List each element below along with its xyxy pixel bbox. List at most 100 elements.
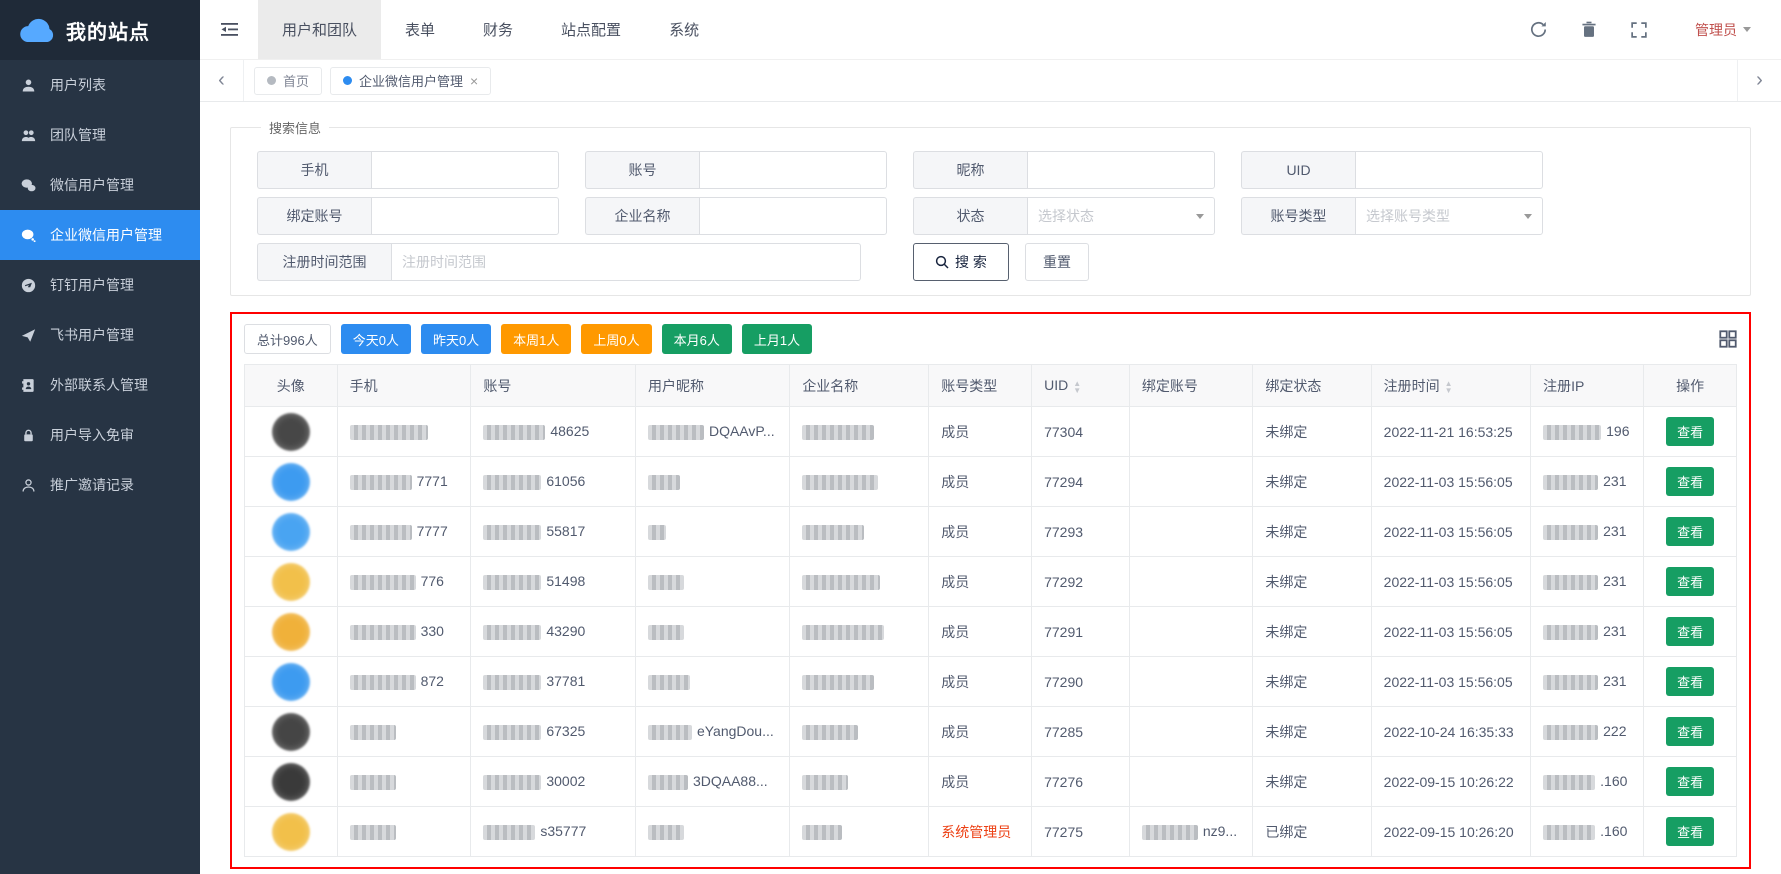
sidebar-item-6[interactable]: 外部联系人管理: [0, 360, 200, 410]
cell-uid: 77293: [1032, 507, 1130, 557]
chevron-down-icon: [1524, 214, 1532, 219]
avatar: [272, 613, 310, 651]
topnav-item-0[interactable]: 用户和团队: [258, 0, 381, 59]
view-button[interactable]: 查看: [1666, 617, 1714, 646]
topnav-item-4[interactable]: 系统: [645, 0, 723, 59]
view-button[interactable]: 查看: [1666, 467, 1714, 496]
view-button[interactable]: 查看: [1666, 567, 1714, 596]
sidebar-item-4[interactable]: 钉钉用户管理: [0, 260, 200, 310]
cell-bind-account: [1129, 457, 1252, 507]
tab-bar: ‹ 首页企业微信用户管理× ›: [200, 60, 1781, 102]
topnav-item-2[interactable]: 财务: [459, 0, 537, 59]
redacted-blur: [350, 725, 396, 740]
sidebar-item-8[interactable]: 推广邀请记录: [0, 460, 200, 510]
sidebar-item-label: 用户列表: [50, 75, 106, 95]
stat-badge-6[interactable]: 上月1人: [742, 324, 812, 354]
reset-button[interactable]: 重置: [1025, 243, 1089, 281]
cell-reg-time: 2022-11-03 15:56:05: [1371, 607, 1530, 657]
cell-phone: [337, 407, 471, 457]
cell-action: 查看: [1644, 807, 1737, 857]
redacted-blur: [648, 525, 666, 540]
cell-action: 查看: [1644, 707, 1737, 757]
cell-account: 55817: [471, 507, 636, 557]
close-icon[interactable]: ×: [470, 74, 478, 88]
cell-action: 查看: [1644, 407, 1737, 457]
column-settings-icon[interactable]: [1719, 330, 1737, 348]
user-menu[interactable]: 管理员: [1695, 20, 1751, 40]
trash-icon[interactable]: [1581, 21, 1597, 38]
page-tab-1[interactable]: 企业微信用户管理×: [330, 67, 491, 95]
stat-badge-4[interactable]: 上周0人: [581, 324, 651, 354]
redacted-blur: [350, 775, 396, 790]
redacted-blur: [350, 425, 428, 440]
cell-bind-status: 未绑定: [1253, 507, 1371, 557]
stat-badge-2[interactable]: 昨天0人: [421, 324, 491, 354]
view-button[interactable]: 查看: [1666, 417, 1714, 446]
stat-badge-5[interactable]: 本月6人: [662, 324, 732, 354]
topnav-item-3[interactable]: 站点配置: [537, 0, 645, 59]
sort-icon[interactable]: ▲▼: [1073, 380, 1081, 394]
collapse-menu-icon[interactable]: [200, 0, 258, 59]
redacted-blur: [1543, 675, 1598, 690]
cell-uid: 77294: [1032, 457, 1130, 507]
brand[interactable]: 我的站点: [0, 0, 200, 60]
page-tab-0[interactable]: 首页: [254, 67, 322, 95]
column-header-9[interactable]: 注册时间▲▼: [1371, 365, 1530, 407]
team-icon: [20, 127, 36, 143]
reg-time-field-group: 注册时间范围: [257, 243, 861, 281]
view-button[interactable]: 查看: [1666, 717, 1714, 746]
topbar: 用户和团队表单财务站点配置系统 管理员: [200, 0, 1781, 60]
stat-badge-3[interactable]: 本周1人: [501, 324, 571, 354]
sort-icon[interactable]: ▲▼: [1445, 380, 1453, 394]
column-header-3: 用户昵称: [635, 365, 789, 407]
view-button[interactable]: 查看: [1666, 767, 1714, 796]
sidebar-item-2[interactable]: 微信用户管理: [0, 160, 200, 210]
cell-bind-status: 未绑定: [1253, 457, 1371, 507]
wecom-icon: [20, 227, 36, 243]
stat-badge-0[interactable]: 总计996人: [244, 324, 331, 354]
redacted-blur: [1543, 475, 1598, 490]
bind-account-input[interactable]: [371, 197, 559, 235]
cell-reg-time: 2022-11-03 15:56:05: [1371, 457, 1530, 507]
column-header-1: 手机: [337, 365, 471, 407]
account-type-field-group: 账号类型 选择账号类型: [1241, 197, 1543, 235]
company-input[interactable]: [699, 197, 887, 235]
topnav-item-1[interactable]: 表单: [381, 0, 459, 59]
cell-reg-ip: .160: [1531, 757, 1644, 807]
search-button[interactable]: 搜 索: [913, 243, 1009, 281]
uid-input[interactable]: [1355, 151, 1543, 189]
cell-company: [790, 707, 929, 757]
view-button[interactable]: 查看: [1666, 667, 1714, 696]
redacted-blur: [802, 625, 884, 640]
column-header-6[interactable]: UID▲▼: [1032, 365, 1130, 407]
cell-bind-account: [1129, 557, 1252, 607]
sidebar-item-7[interactable]: 用户导入免审: [0, 410, 200, 460]
stat-badge-1[interactable]: 今天0人: [341, 324, 411, 354]
uid-field-group: UID: [1241, 151, 1543, 189]
view-button[interactable]: 查看: [1666, 817, 1714, 846]
fullscreen-icon[interactable]: [1631, 22, 1647, 38]
sidebar-item-3[interactable]: 企业微信用户管理: [0, 210, 200, 260]
tabs-scroll-right-icon[interactable]: ›: [1737, 60, 1781, 101]
phone-input[interactable]: [371, 151, 559, 189]
account-input[interactable]: [699, 151, 887, 189]
sidebar-item-0[interactable]: 用户列表: [0, 60, 200, 110]
refresh-icon[interactable]: [1530, 21, 1547, 38]
account-type-select[interactable]: 选择账号类型: [1355, 197, 1543, 235]
redacted-blur: [1543, 625, 1598, 640]
sidebar-item-label: 团队管理: [50, 125, 106, 145]
reg-time-input[interactable]: [391, 243, 861, 281]
cell-account: 67325: [471, 707, 636, 757]
redacted-blur: [648, 475, 680, 490]
tabs-scroll-left-icon[interactable]: ‹: [200, 60, 244, 101]
nickname-input[interactable]: [1027, 151, 1215, 189]
cell-phone: [337, 707, 471, 757]
status-select[interactable]: 选择状态: [1027, 197, 1215, 235]
sidebar-item-1[interactable]: 团队管理: [0, 110, 200, 160]
redacted-blur: [483, 725, 541, 740]
sidebar-item-5[interactable]: 飞书用户管理: [0, 310, 200, 360]
redacted-blur: [1543, 825, 1595, 840]
import-icon: [20, 427, 36, 443]
view-button[interactable]: 查看: [1666, 517, 1714, 546]
avatar: [272, 813, 310, 851]
